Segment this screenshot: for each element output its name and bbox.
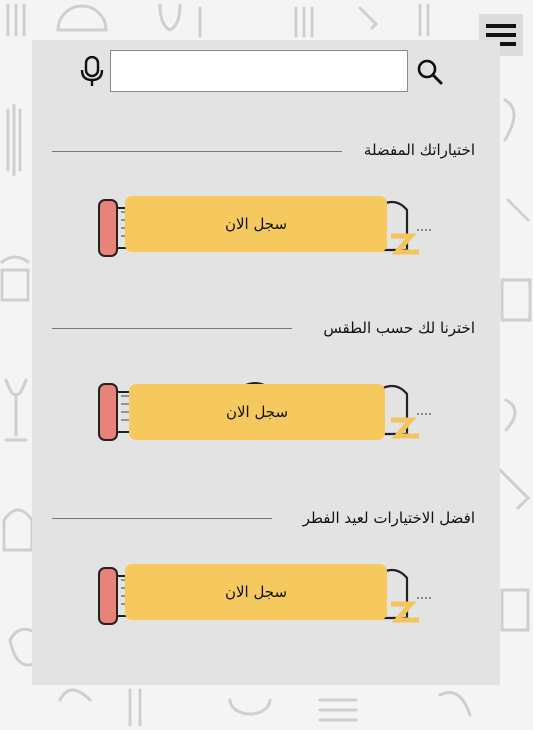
section-divider <box>52 151 342 152</box>
microphone-icon[interactable] <box>80 56 104 88</box>
section-card-favorites: سجل الان <box>95 186 435 266</box>
section-card-eid: سجل الان <box>95 554 435 634</box>
section-card-weather: سجل الان <box>95 372 435 452</box>
register-now-button[interactable]: سجل الان <box>125 564 387 620</box>
section-title-weather: اخترنا لك حسب الطقس <box>320 319 475 337</box>
section-title-eid: افضل الاختيارات لعيد الفطر <box>299 509 475 527</box>
register-now-button[interactable]: سجل الان <box>125 196 387 252</box>
register-now-button[interactable]: سجل الان <box>129 384 385 440</box>
search-input[interactable] <box>110 50 408 92</box>
chair-illustration <box>381 384 431 439</box>
section-divider <box>52 328 292 329</box>
section-divider <box>52 518 272 519</box>
section-title-favorites: اختياراتك المفضلة <box>360 141 475 159</box>
search-bar <box>80 50 460 94</box>
search-icon[interactable] <box>416 58 444 86</box>
